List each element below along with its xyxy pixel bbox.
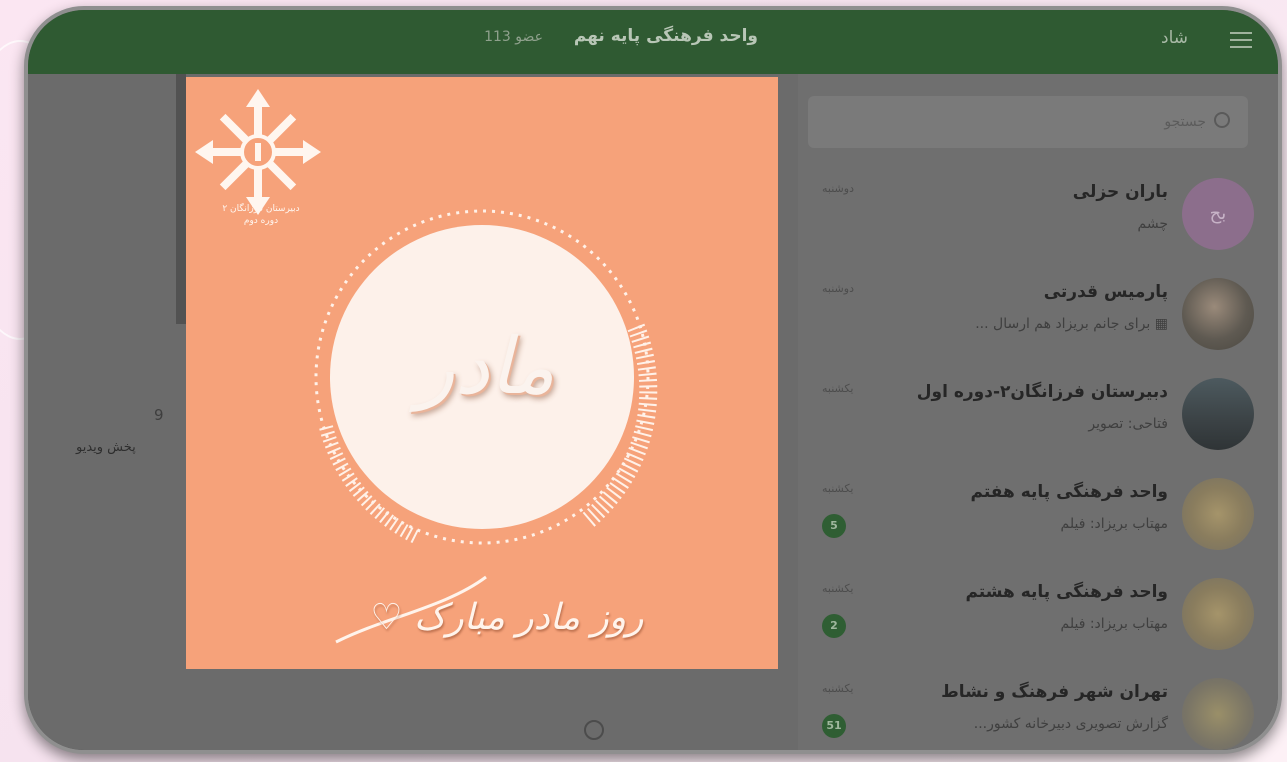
unread-badge: 2 (822, 614, 846, 638)
message-bar (176, 74, 186, 324)
image-preview-poster[interactable]: دبیرستان فرزانگان ۲ دوره دوم مادر روز ما… (186, 77, 778, 669)
search-box[interactable] (808, 96, 1248, 148)
unread-badge: 5 (822, 514, 846, 538)
chat-name: واحد فرهنگی پایه هشتم (965, 582, 1168, 602)
chat-day: یکشنبه (822, 382, 854, 395)
school-name: دبیرستان فرزانگان ۲ دوره دوم (196, 203, 326, 227)
avatar (1182, 678, 1254, 750)
chat-name: تهران شهر فرهنگ و نشاط (941, 682, 1168, 702)
chat-day: دوشنبه (822, 182, 854, 195)
chat-preview: ▦ برای جانم بریزاد هم ارسال ... (975, 316, 1168, 332)
chat-item[interactable]: تهران شهر فرهنگ و نشاط گزارش تصویری دبیر… (798, 670, 1278, 750)
chat-item[interactable]: بح باران حزلی چشم دوشنبه (798, 170, 1278, 270)
avatar: بح (1182, 178, 1254, 250)
chat-item[interactable]: دبیرستان فرزانگان۲-دوره اول فتاحی: تصویر… (798, 370, 1278, 470)
chat-name: باران حزلی (1072, 182, 1168, 202)
chat-day: یکشنبه (822, 482, 854, 495)
chat-name: پارمیس قدرتی (1043, 282, 1168, 302)
menu-icon[interactable] (1230, 32, 1252, 48)
top-bar: شاد واحد فرهنگی پایه نهم 113 عضو (28, 10, 1278, 74)
poster-center-word: مادر (417, 322, 555, 412)
chat-item[interactable]: واحد فرهنگی پایه هفتم مهتاب بریزاد: فیلم… (798, 470, 1278, 570)
chat-list-sidebar: بح باران حزلی چشم دوشنبه پارمیس قدرتی ▦ … (798, 74, 1278, 750)
chat-item[interactable]: پارمیس قدرتی ▦ برای جانم بریزاد هم ارسال… (798, 270, 1278, 370)
poster-greeting: روز مادر مبارک ♡ (370, 597, 644, 638)
chat-name: واحد فرهنگی پایه هفتم (970, 482, 1169, 502)
chat-item[interactable]: واحد فرهنگی پایه هشتم مهتاب بریزاد: فیلم… (798, 570, 1278, 670)
avatar (1182, 278, 1254, 350)
app-window: شاد واحد فرهنگی پایه نهم 113 عضو 9 پخش و… (24, 6, 1282, 754)
play-video-label[interactable]: پخش ویدیو (76, 440, 136, 455)
chat-name: دبیرستان فرزانگان۲-دوره اول (916, 382, 1168, 402)
school-name-sub: دوره دوم (243, 216, 279, 226)
chat-preview: چشم (1137, 216, 1168, 232)
avatar (1182, 578, 1254, 650)
chat-day: یکشنبه (822, 582, 854, 595)
chat-day: دوشنبه (822, 282, 854, 295)
search-input[interactable] (846, 108, 1206, 136)
avatar (1182, 378, 1254, 450)
app-name: شاد (1161, 28, 1188, 48)
chat-day: یکشنبه (822, 682, 854, 695)
avatar (1182, 478, 1254, 550)
chat-preview: گزارش تصویری دبیرخانه کشور... (973, 716, 1168, 732)
search-icon (1214, 112, 1230, 128)
unread-badge: 51 (822, 714, 846, 738)
chat-title[interactable]: واحد فرهنگی پایه نهم (574, 26, 758, 46)
school-name-main: دبیرستان فرزانگان ۲ (222, 204, 300, 214)
attachment-icon[interactable] (584, 720, 604, 740)
chat-preview: مهتاب بریزاد: فیلم (1060, 616, 1168, 632)
chat-preview: فتاحی: تصویر (1088, 416, 1168, 432)
chat-preview: مهتاب بریزاد: فیلم (1060, 516, 1168, 532)
school-logo-icon (195, 89, 321, 215)
message-number: 9 (154, 406, 164, 424)
member-count: 113 عضو (484, 29, 543, 45)
